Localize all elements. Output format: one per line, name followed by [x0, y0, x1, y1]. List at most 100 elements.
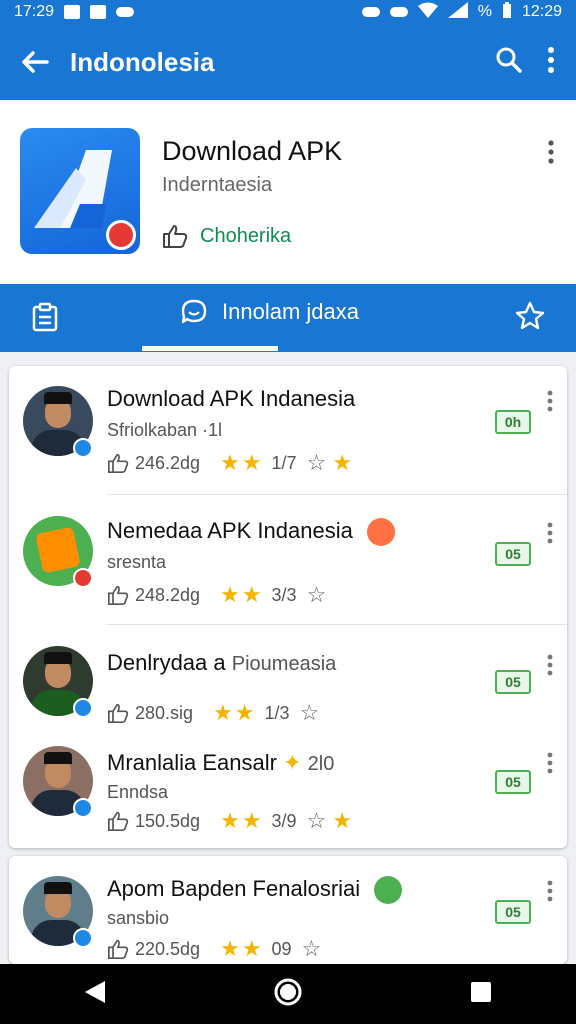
item-meta: 246.2dg ★ ★ 1/7 ☆ ★ [107, 450, 352, 476]
page-title: Indonolesia [70, 46, 215, 77]
item-subtitle: sresnta [107, 552, 167, 572]
status-badge: 05 [495, 900, 531, 924]
list-item[interactable]: Download APK Indanesia Sfriolkaban ·1l 2… [9, 366, 567, 494]
item-title: Apom Bapden Fenalosriai [107, 876, 403, 905]
star-filled-icon: ★ [332, 808, 353, 833]
status-bar: 17:29 % 12:29 [0, 0, 576, 24]
overflow-menu-button[interactable] [548, 46, 554, 78]
rating-stars: ★ ★ [213, 700, 254, 726]
tab-indicator [142, 346, 278, 351]
app-like-button[interactable]: Choherika [162, 224, 291, 248]
item-reviews: 09 [271, 938, 292, 959]
battery-icon [502, 1, 512, 23]
status-time-left: 17:29 [14, 3, 55, 20]
item-reviews: 3/3 [271, 584, 297, 605]
item-title-text: Denlrydaa a [107, 650, 226, 675]
nav-home-button[interactable] [273, 977, 303, 1012]
kebab-icon [547, 654, 553, 676]
clipboard-icon [32, 302, 58, 332]
item-reviews: 1/3 [264, 702, 290, 723]
item-meta: 220.5dg ★ ★ 09 ☆ [107, 936, 321, 962]
list-item[interactable]: Nemedaa APK Indanesia sresnta 248.2dg ★ … [9, 494, 567, 624]
tab-chat[interactable]: Innolam jdaxa [180, 298, 359, 326]
nav-back-button[interactable] [83, 979, 107, 1010]
back-button[interactable] [0, 50, 70, 74]
status-time-right: 12:29 [521, 3, 562, 20]
tab-chat-label: Innolam jdaxa [222, 299, 359, 324]
item-likes: 280.sig [135, 702, 194, 723]
item-meta: 248.2dg ★ ★ 3/3 ☆ [107, 582, 326, 608]
item-likes: 248.2dg [135, 584, 201, 605]
sparkle-emoji-icon: ✦ [283, 750, 302, 775]
list-item[interactable]: Denlrydaa a Pioumeasia 280.sig ★ ★ 1/3 ☆… [9, 624, 567, 734]
item-title-text: Nemedaa APK Indanesia [107, 518, 353, 543]
item-menu-button[interactable] [547, 880, 553, 907]
nav-recents-button[interactable] [469, 980, 493, 1009]
signal-icon [447, 1, 468, 23]
kebab-icon [547, 880, 553, 902]
verified-icon [73, 698, 93, 718]
item-title: Nemedaa APK Indanesia [107, 518, 395, 547]
item-meta: 150.5dg ★ ★ 3/9 ☆ ★ [107, 808, 352, 834]
app-like-label: Choherika [200, 224, 292, 247]
tab-favorites[interactable] [514, 300, 546, 337]
app-menu-button[interactable] [548, 140, 554, 169]
star-outline-icon [515, 301, 545, 330]
status-badge: 05 [495, 542, 531, 566]
star-filled-icon: ★ [220, 582, 240, 607]
star-filled-icon: ★ [220, 808, 240, 833]
app-name: Download APK [162, 136, 343, 166]
battery-percent: % [477, 3, 492, 20]
star-filled-icon: ★ [213, 700, 233, 725]
item-menu-button[interactable] [547, 654, 553, 681]
star-filled-icon: ★ [332, 450, 353, 475]
star-filled-icon: ★ [241, 936, 262, 961]
notification-icon [116, 7, 135, 17]
star-outline-icon: ☆ [306, 450, 327, 475]
thumbs-up-icon [108, 453, 129, 473]
kebab-icon [547, 522, 553, 544]
results-card: Download APK Indanesia Sfriolkaban ·1l 2… [9, 366, 567, 848]
item-title-extra: Pioumeasia [231, 653, 337, 675]
app-subtitle: Inderntaesia [162, 174, 273, 196]
notification-icon [90, 5, 107, 19]
verified-icon [73, 798, 93, 818]
star-outline-icon: ☆ [306, 808, 327, 833]
item-reviews: 1/7 [271, 452, 297, 473]
kebab-icon [548, 140, 554, 164]
status-badge: 05 [495, 770, 531, 794]
chat-bubble-icon [181, 299, 207, 324]
tab-list[interactable] [30, 302, 60, 337]
system-nav-bar [0, 964, 576, 1024]
search-icon [496, 47, 522, 73]
tab-bar: Innolam jdaxa [0, 284, 576, 352]
rating-stars: ★ ★ [220, 450, 261, 476]
thumbs-up-icon [108, 585, 129, 605]
app-bar: Indonolesia [0, 24, 576, 100]
item-menu-button[interactable] [547, 522, 553, 549]
smiley-emoji-icon [366, 518, 395, 547]
list-item[interactable]: Mranlalia Eansalr ✦ 2l0 Enndsa 150.5dg ★… [9, 734, 567, 848]
vibrate-icon [361, 7, 380, 17]
list-item[interactable]: Apom Bapden Fenalosriai sansbio 220.5dg … [9, 856, 567, 964]
app-badge [106, 220, 136, 250]
results-card: Apom Bapden Fenalosriai sansbio 220.5dg … [9, 856, 567, 964]
star-outline-icon: ☆ [299, 700, 320, 725]
thumbs-up-icon [163, 225, 188, 248]
search-button[interactable] [496, 47, 522, 78]
star-filled-icon: ★ [220, 450, 240, 475]
home-circle-icon [274, 978, 302, 1005]
rating-stars: ★ ★ [220, 936, 261, 962]
kebab-icon [547, 752, 553, 774]
notification-icon [64, 5, 81, 19]
item-subtitle: sansbio [107, 908, 170, 928]
recents-square-icon [471, 981, 491, 1002]
rating-stars: ★ ★ [220, 582, 261, 608]
status-badge: 0h [495, 410, 531, 434]
rating-stars: ★ ★ [220, 808, 261, 834]
verified-icon [73, 928, 93, 948]
thumbs-up-icon [108, 939, 129, 959]
alarm-icon [389, 7, 408, 17]
item-menu-button[interactable] [547, 390, 553, 417]
item-menu-button[interactable] [547, 752, 553, 779]
